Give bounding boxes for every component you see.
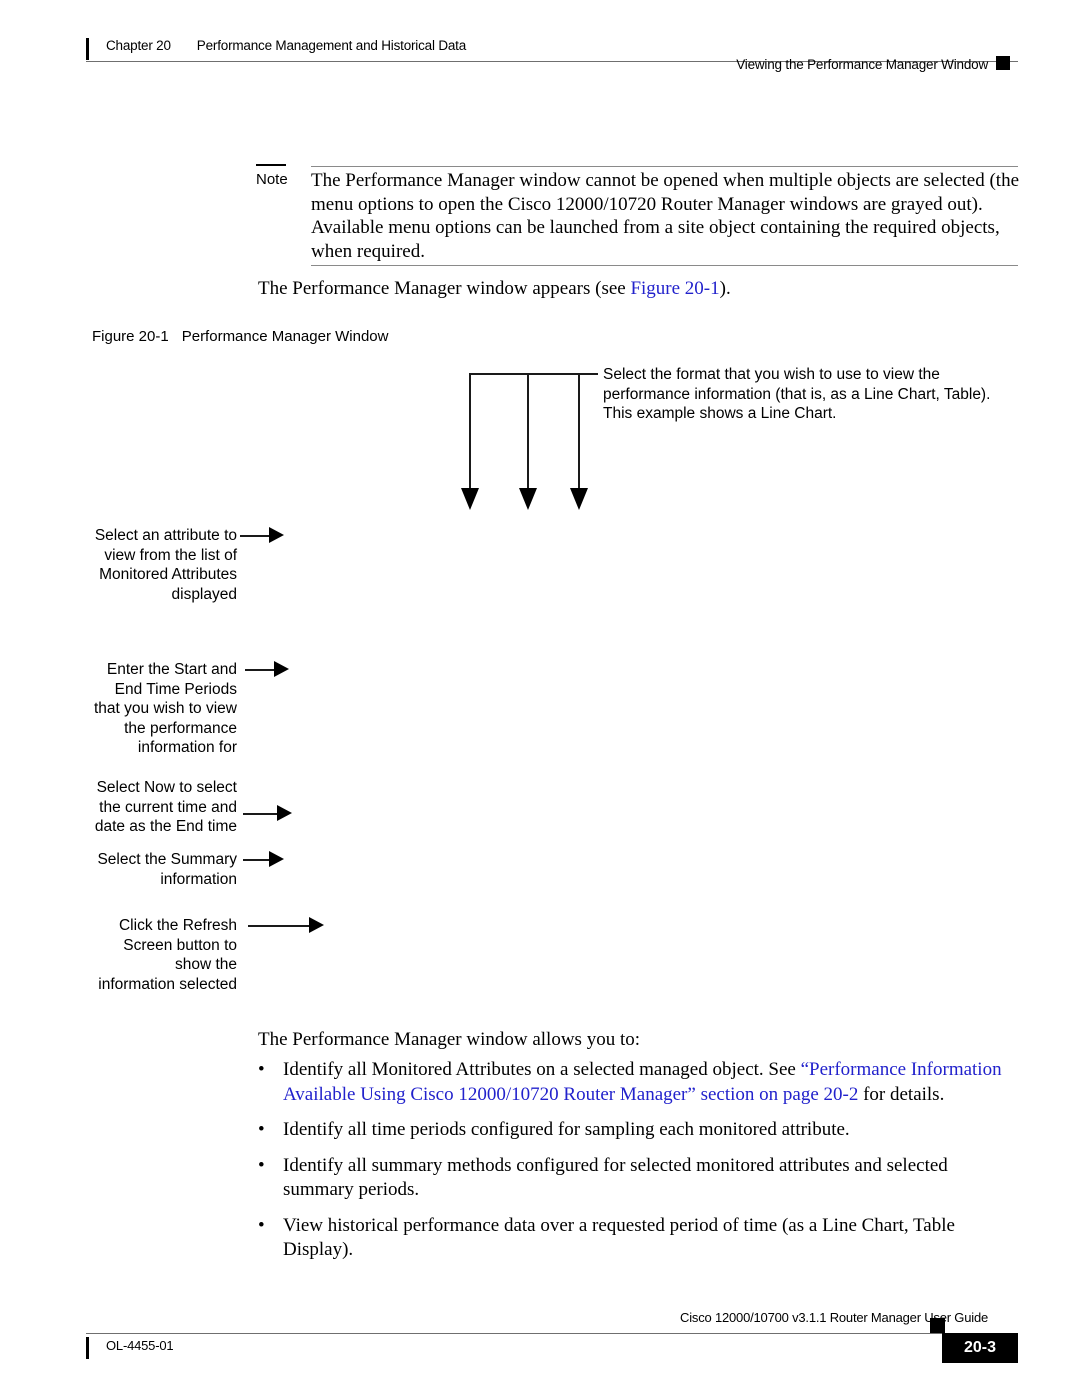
intro-text-before: The Performance Manager window appears (… [258,278,631,299]
list-item: • View historical performance data over … [258,1214,1023,1263]
header-chapter-title: Performance Management and Historical Da… [196,38,467,53]
bullet-marker: • [258,1214,265,1236]
list-item: • Identify all Monitored Attributes on a… [258,1058,1023,1107]
footer-page-number: 20-3 [942,1333,1018,1363]
note-label-rule [256,164,286,166]
figure-title: Performance Manager Window [181,328,389,345]
callout-now-text: Select Now to select the current time an… [94,779,237,835]
attribute-callout-leader [240,535,271,537]
note-top-rule [311,166,1018,167]
footer-marker-square [930,1318,945,1333]
intro-text-after: ). [719,278,731,299]
format-callout-arrow-3 [570,488,588,510]
list-item-segment: for details. [858,1083,945,1105]
header-chapter: Chapter 20 Performance Management and His… [106,38,466,53]
callout-format-text: Select the format that you wish to use t… [603,366,991,422]
format-callout-leader-branch-3 [578,373,580,488]
list-item: • Identify all summary methods configure… [258,1154,1023,1203]
note-label: Note [256,171,288,188]
document-page: Chapter 20 Performance Management and His… [0,0,1080,1397]
now-callout-leader [243,813,279,815]
list-item: • Identify all time periods configured f… [258,1118,1023,1143]
bullet-marker: • [258,1154,265,1176]
bullet-marker: • [258,1119,265,1140]
refresh-callout-arrow [309,917,324,933]
time-periods-callout-arrow [274,661,289,677]
figure-number: Figure 20-1 [92,328,169,345]
body-intro-sentence: The Performance Manager window allows yo… [258,1029,641,1050]
header-marker-square [996,56,1010,70]
footer-change-bar [86,1337,89,1359]
figure-cross-reference-link[interactable]: Figure 20-1 [630,278,719,299]
callout-summary-text: Select the Summary information [97,851,237,888]
body-bullet-list: • Identify all Monitored Attributes on a… [258,1058,1023,1274]
header-section-title: Viewing the Performance Manager Window [736,57,988,72]
callout-time-periods-text: Enter the Start and End Time Periods tha… [93,661,237,756]
list-item-text: Identify all Monitored Attributes on a s… [283,1058,1023,1107]
time-periods-callout-leader [245,669,276,671]
refresh-callout-leader [248,925,311,927]
header-chapter-number: Chapter 20 [106,38,171,53]
header-change-bar [86,38,89,60]
note-body: The Performance Manager window cannot be… [311,170,1020,262]
footer-document-id: OL-4455-01 [106,1338,174,1353]
format-callout-leader-branch-2 [527,373,529,488]
now-callout-arrow [277,805,292,821]
bullet-marker: • [258,1059,265,1080]
callout-attribute-text: Select an attribute to view from the lis… [94,527,237,603]
summary-callout-leader [243,859,271,861]
format-callout-leader-branch-1 [469,373,471,488]
callout-refresh-text: Click the Refresh Screen button to show … [98,917,237,993]
list-item-text: Identify all summary methods configured … [283,1154,948,1201]
format-callout-arrow-2 [519,488,537,510]
format-callout-arrow-1 [461,488,479,510]
list-item-segment: Identify all Monitored Attributes on a s… [283,1059,801,1080]
list-item-text: View historical performance data over a … [283,1214,955,1261]
footer-rule [86,1333,1018,1334]
list-item-text: Identify all time periods configured for… [283,1119,850,1140]
intro-sentence: The Performance Manager window appears (… [258,278,731,300]
note-bottom-rule [311,265,1018,266]
figure-caption: Figure 20-1 Performance Manager Window [92,328,388,345]
summary-callout-arrow [269,851,284,867]
attribute-callout-arrow [269,527,284,543]
